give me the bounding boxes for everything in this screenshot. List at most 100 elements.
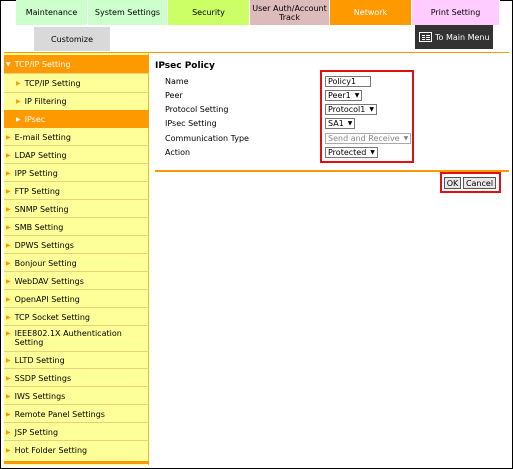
tab-network[interactable]: Network (330, 0, 412, 25)
label-communication-type: Communication Type (165, 134, 249, 143)
sidebar-item-ldap[interactable]: ▶ LDAP Setting (4, 146, 149, 164)
sidebar-item-webdav[interactable]: ▶ WebDAV Settings (4, 272, 149, 290)
triangle-right-icon: ▶ (6, 374, 11, 382)
tab-security-label: Security (192, 8, 225, 17)
label-name: Name (165, 77, 189, 86)
sidebar-item-ipp[interactable]: ▶ IPP Setting (4, 164, 149, 182)
tab-system-settings-label: System Settings (94, 8, 161, 17)
sidebar-item-ftp[interactable]: ▶ FTP Setting (4, 182, 149, 200)
tab-system-settings[interactable]: System Settings (88, 0, 168, 25)
chevron-down-icon: ▼ (347, 120, 353, 127)
label-peer: Peer (165, 91, 183, 100)
sidebar-item-label: Remote Panel Settings (14, 409, 105, 419)
sidebar-item-hot-folder[interactable]: ▶ Hot Folder Setting (4, 441, 149, 459)
sidebar-item-label: SMB Setting (14, 222, 64, 232)
sidebar-item-iws[interactable]: ▶ IWS Settings (4, 387, 149, 405)
triangle-right-icon: ▶ (6, 295, 11, 303)
ok-button-label: OK (446, 178, 459, 188)
sidebar-item-label: IWS Settings (14, 391, 66, 401)
triangle-right-icon: ▶ (6, 330, 11, 337)
sidebar-item-label: LDAP Setting (14, 150, 67, 160)
menu-icon (419, 32, 432, 42)
tab-user-auth[interactable]: User Auth/Account Track (250, 0, 330, 25)
communication-type-select[interactable]: Send and Receive ▼ (325, 133, 412, 144)
peer-select[interactable]: Peer1 ▼ (325, 90, 363, 101)
action-select-value: Protected (328, 148, 367, 157)
sidebar-item-lltd[interactable]: ▶ LLTD Setting (4, 351, 149, 369)
ipsec-setting-select[interactable]: SA1 ▼ (325, 118, 356, 129)
sidebar-item-label: FTP Setting (14, 186, 60, 196)
sidebar-item-label: DPWS Settings (14, 240, 74, 250)
action-select[interactable]: Protected ▼ (325, 147, 378, 158)
sidebar-item-label: OpenAPI Setting (14, 294, 80, 304)
sidebar-item-bonjour[interactable]: ▶ Bonjour Setting (4, 254, 149, 272)
triangle-right-icon: ▶ (6, 392, 11, 400)
sidebar-subitem-ip-filtering[interactable]: ▶ IP Filtering (4, 92, 149, 110)
sidebar-item-snmp[interactable]: ▶ SNMP Setting (4, 200, 149, 218)
tab-maintenance[interactable]: Maintenance (16, 0, 88, 25)
label-protocol-setting: Protocol Setting (165, 105, 229, 114)
sidebar-item-tcp-socket[interactable]: ▶ TCP Socket Setting (4, 308, 149, 326)
sidebar-subitem-tcpip-setting[interactable]: ▶ TCP/IP Setting (4, 74, 149, 92)
triangle-right-icon: ▶ (16, 79, 21, 87)
sidebar-item-label: TCP/IP Setting (14, 59, 71, 69)
sidebar-item-openapi[interactable]: ▶ OpenAPI Setting (4, 290, 149, 308)
to-main-menu-button[interactable]: To Main Menu (415, 25, 493, 49)
triangle-right-icon: ▶ (16, 115, 21, 123)
triangle-right-icon: ▶ (6, 313, 11, 321)
cancel-button[interactable]: Cancel (463, 177, 496, 189)
sidebar-item-label: IP Filtering (24, 96, 67, 106)
triangle-right-icon: ▶ (6, 259, 11, 267)
sidebar-item-dpws[interactable]: ▶ DPWS Settings (4, 236, 149, 254)
triangle-right-icon: ▶ (6, 410, 11, 418)
sidebar: ▼ TCP/IP Setting ▶ TCP/IP Setting ▶ IP F… (4, 53, 149, 465)
ok-button[interactable]: OK (444, 177, 461, 189)
triangle-right-icon: ▶ (6, 446, 11, 454)
chevron-down-icon: ▼ (354, 92, 360, 99)
tab-security[interactable]: Security (168, 0, 250, 25)
sidebar-item-email[interactable]: ▶ E-mail Setting (4, 128, 149, 146)
tab-print-setting[interactable]: Print Setting (412, 0, 500, 25)
sidebar-item-label: IPsec (24, 114, 46, 124)
ipsec-select-value: SA1 (328, 119, 344, 128)
sidebar-item-label: E-mail Setting (14, 132, 71, 142)
sidebar-item-ssdp[interactable]: ▶ SSDP Settings (4, 369, 149, 387)
sidebar-item-label: TCP Socket Setting (14, 312, 90, 322)
top-tab-bar: Maintenance System Settings Security Use… (16, 0, 500, 25)
triangle-right-icon: ▶ (6, 277, 11, 285)
chevron-down-icon: ▼ (403, 135, 409, 142)
protocol-select-value: Protocol1 (328, 105, 366, 114)
sidebar-item-label: SSDP Settings (14, 373, 72, 383)
label-action: Action (165, 148, 191, 157)
customize-label: Customize (51, 34, 93, 44)
triangle-right-icon: ▶ (6, 187, 11, 195)
sidebar-item-smb[interactable]: ▶ SMB Setting (4, 218, 149, 236)
label-ipsec-setting: IPsec Setting (165, 119, 217, 128)
triangle-right-icon: ▶ (6, 169, 11, 177)
sidebar-subitem-ipsec[interactable]: ▶ IPsec (4, 110, 149, 128)
comm-type-select-value: Send and Receive (328, 134, 400, 143)
sidebar-item-label: Bonjour Setting (14, 258, 77, 268)
sidebar-item-label: IPP Setting (14, 168, 58, 178)
sidebar-item-ieee8021x[interactable]: ▶ IEEE802.1X Authentication Setting (4, 326, 149, 352)
to-main-menu-label: To Main Menu (435, 32, 490, 42)
sidebar-item-label: Hot Folder Setting (14, 445, 88, 455)
sidebar-item-label: WebDAV Settings (14, 276, 84, 286)
protocol-setting-select[interactable]: Protocol1 ▼ (325, 104, 377, 115)
sidebar-item-label: JSP Setting (14, 427, 59, 437)
customize-tab[interactable]: Customize (34, 27, 110, 51)
triangle-right-icon: ▶ (6, 151, 11, 159)
sidebar-item-remote-panel[interactable]: ▶ Remote Panel Settings (4, 405, 149, 423)
name-field-value: Policy1 (328, 77, 357, 86)
sidebar-item-jsp[interactable]: ▶ JSP Setting (4, 423, 149, 441)
triangle-right-icon: ▶ (6, 205, 11, 213)
sidebar-item-label: SNMP Setting (14, 204, 69, 214)
sidebar-item-label: TCP/IP Setting (24, 78, 81, 88)
name-field[interactable]: Policy1 (325, 76, 371, 87)
cancel-button-label: Cancel (465, 178, 494, 188)
triangle-down-icon: ▼ (6, 60, 11, 68)
sidebar-item-label: IEEE802.1X Authentication Setting (14, 329, 122, 347)
sidebar-item-tcpip-setting[interactable]: ▼ TCP/IP Setting (4, 55, 149, 73)
triangle-right-icon: ▶ (6, 223, 11, 231)
tab-maintenance-label: Maintenance (25, 8, 78, 17)
